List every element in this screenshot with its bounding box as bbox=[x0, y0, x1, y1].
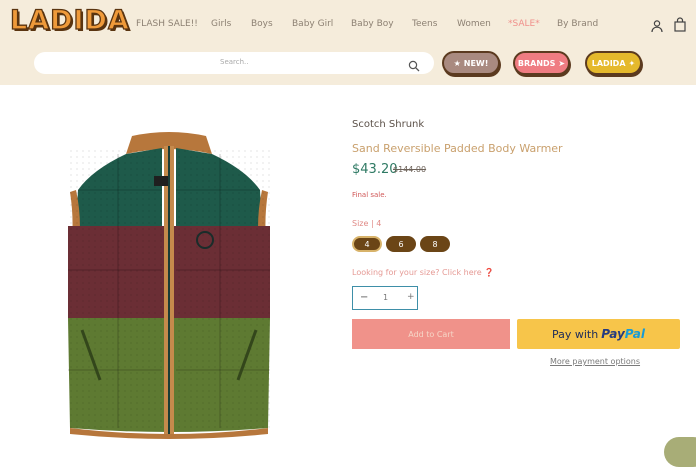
badge-icon: ✦ bbox=[628, 58, 636, 68]
site-logo[interactable]: LADIDA bbox=[9, 4, 130, 39]
nav-by-brand[interactable]: By Brand bbox=[557, 19, 598, 29]
brands-label: BRANDS bbox=[517, 58, 556, 68]
paypal-logo: PayPal bbox=[601, 327, 645, 341]
size-help-link[interactable]: Looking for your size? Click here ❓ bbox=[352, 268, 494, 277]
product-image[interactable] bbox=[62, 130, 276, 440]
nav-boys[interactable]: Boys bbox=[251, 19, 273, 29]
search-icon[interactable] bbox=[408, 57, 420, 72]
paypal-button[interactable]: Pay with PayPal bbox=[517, 319, 680, 349]
size-option-8[interactable]: 8 bbox=[420, 236, 450, 252]
account-icon[interactable] bbox=[650, 18, 664, 33]
nav-baby-girl[interactable]: Baby Girl bbox=[292, 19, 333, 29]
more-payment-options-link[interactable]: More payment options bbox=[550, 357, 640, 366]
quantity-increase-button[interactable]: + bbox=[407, 292, 415, 302]
quantity-stepper: − 1 + bbox=[352, 286, 418, 310]
paypal-prefix: Pay with bbox=[551, 327, 599, 341]
site-header: LADIDA FLASH SALE!! Girls Boys Baby Girl… bbox=[0, 0, 696, 85]
arrow-icon: ➤ bbox=[558, 58, 566, 68]
new-label: NEW! bbox=[463, 58, 489, 68]
nav-sale[interactable]: *SALE* bbox=[508, 19, 540, 29]
add-to-cart-button[interactable]: Add to Cart bbox=[352, 319, 510, 349]
search-bar[interactable]: Search.. bbox=[34, 52, 434, 74]
nav-girls[interactable]: Girls bbox=[211, 19, 231, 29]
ladida-label: LADIDA bbox=[591, 58, 626, 68]
compare-price: $144.00 bbox=[393, 165, 427, 174]
nav-baby-boy[interactable]: Baby Boy bbox=[351, 19, 394, 29]
chat-widget-button[interactable] bbox=[664, 437, 696, 467]
star-icon: ★ bbox=[453, 58, 461, 68]
product-brand[interactable]: Scotch Shrunk bbox=[352, 119, 424, 130]
search-input[interactable]: Search.. bbox=[220, 58, 249, 66]
product-title: Sand Reversible Padded Body Warmer bbox=[352, 142, 563, 155]
new-button[interactable]: ★ NEW! bbox=[442, 51, 500, 75]
nav-teens[interactable]: Teens bbox=[412, 19, 437, 29]
quantity-input[interactable]: 1 bbox=[383, 293, 388, 302]
cart-icon[interactable] bbox=[673, 17, 687, 32]
size-label: Size | 4 bbox=[352, 219, 382, 228]
brands-button[interactable]: BRANDS ➤ bbox=[513, 51, 570, 75]
size-option-6[interactable]: 6 bbox=[386, 236, 416, 252]
nav-women[interactable]: Women bbox=[457, 19, 491, 29]
nav-flash-sale[interactable]: FLASH SALE!! bbox=[136, 19, 198, 29]
paypal-logo-pay: Pay bbox=[601, 327, 625, 341]
ladida-button[interactable]: LADIDA ✦ bbox=[585, 51, 642, 75]
quantity-decrease-button[interactable]: − bbox=[360, 292, 368, 303]
size-option-4[interactable]: 4 bbox=[352, 236, 382, 252]
paypal-logo-pal: Pal bbox=[624, 327, 646, 341]
product-price: $43.20 bbox=[352, 162, 398, 177]
final-sale-note: Final sale. bbox=[352, 191, 387, 199]
